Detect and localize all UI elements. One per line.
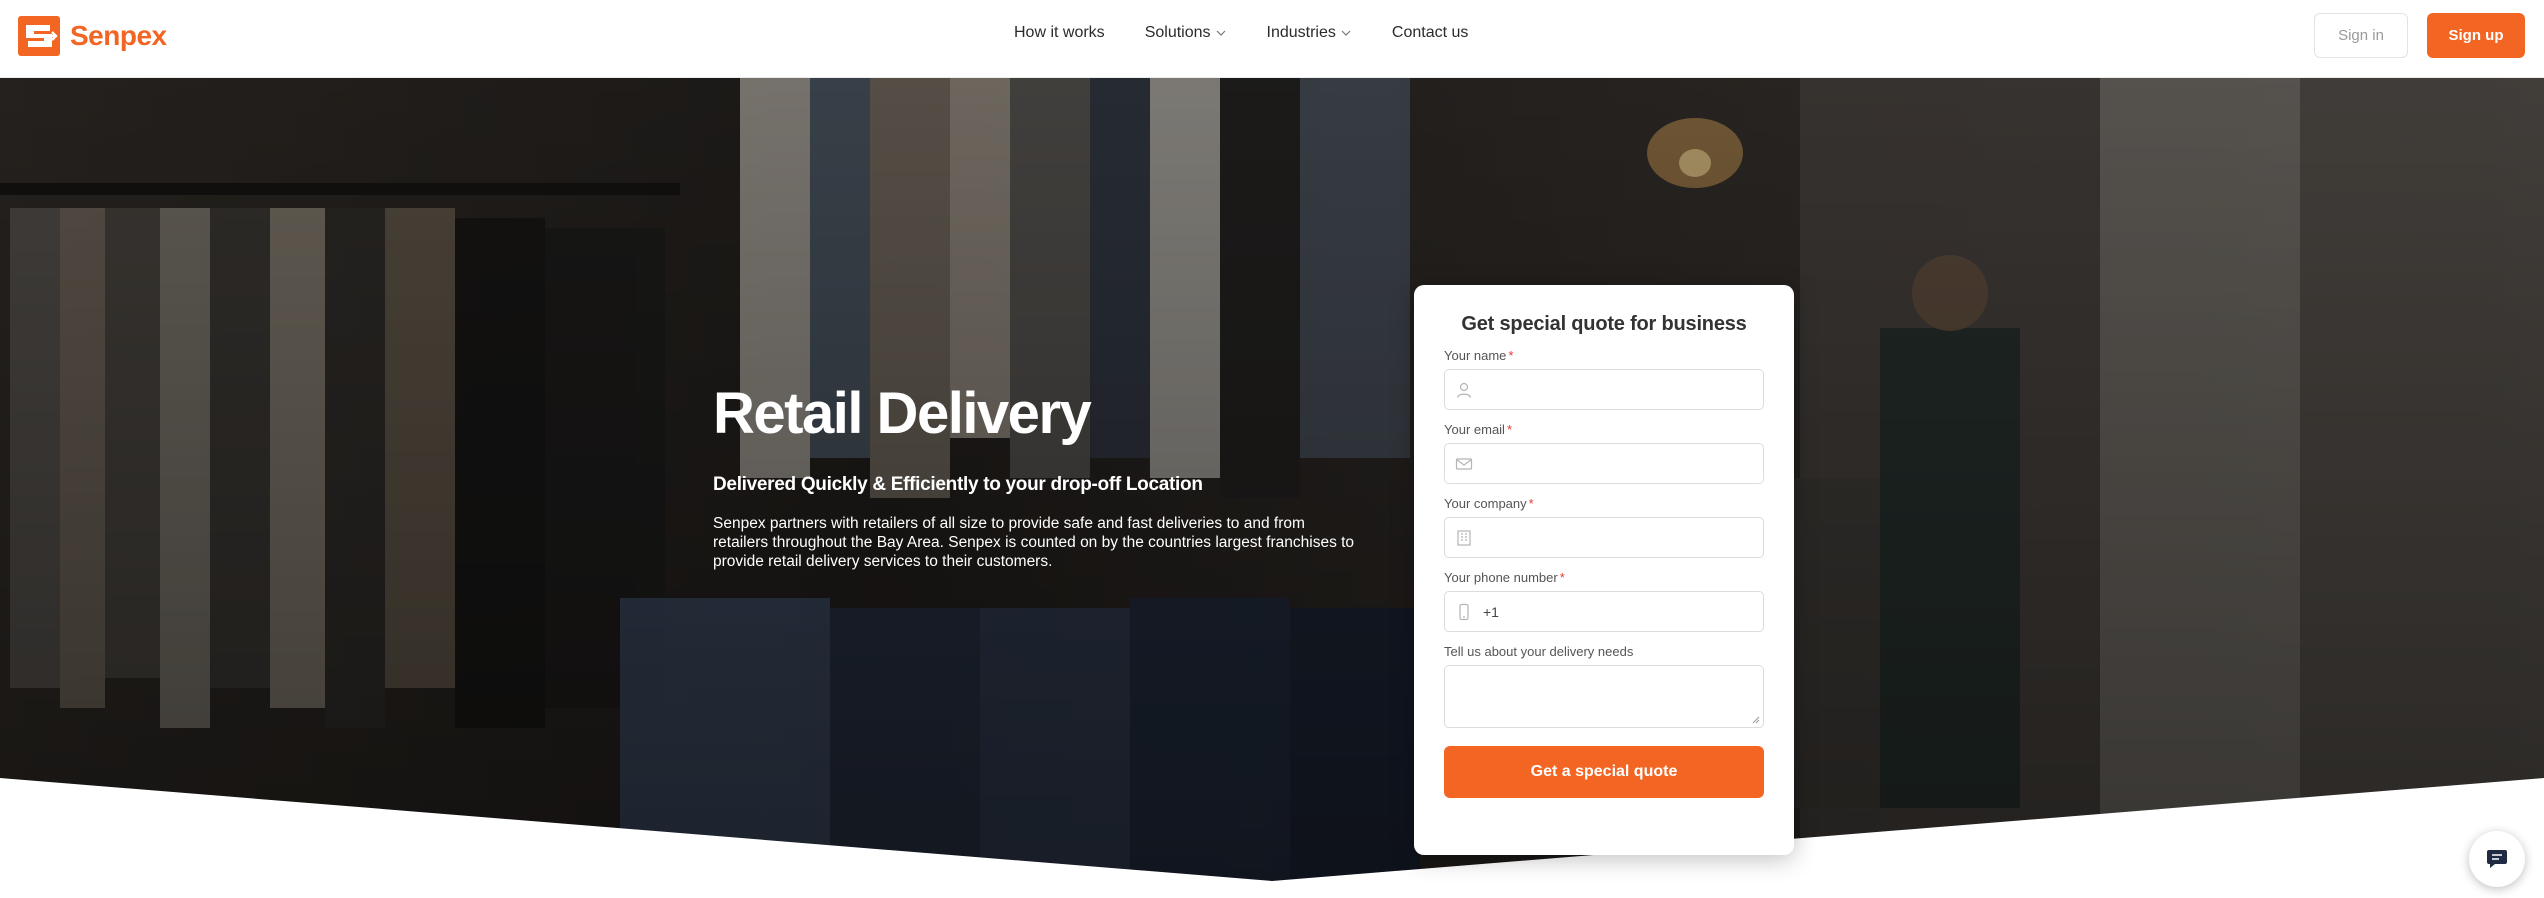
site-header: Senpex How it works Solutions Industries… [0,0,2544,78]
chat-icon [2487,850,2507,868]
main-nav: How it works Solutions Industries Contac… [1014,24,1508,42]
nav-contact-us[interactable]: Contact us [1392,24,1468,42]
email-label: Your email * [1444,422,1513,437]
name-field-group: Your name * [1444,348,1764,410]
name-input[interactable] [1444,369,1764,410]
quote-form-card: Get special quote for business Your name… [1414,285,1794,855]
envelope-icon [1455,458,1473,470]
nav-label: Industries [1266,24,1336,41]
quote-form-title: Get special quote for business [1461,313,1747,335]
brand-name: Senpex [70,20,167,51]
sign-up-button[interactable]: Sign up [2427,13,2525,58]
hero-subtitle: Delivered Quickly & Efficiently to your … [713,473,1203,495]
nav-label: Solutions [1144,24,1211,41]
needs-textarea[interactable] [1444,665,1764,728]
building-icon [1457,530,1471,546]
logo-mark-icon [18,16,60,56]
brand-logo[interactable]: Senpex [18,16,167,56]
phone-input-value: +1 [1483,603,1499,620]
nav-label: Contact us [1391,24,1469,41]
company-field-group: Your company * [1444,496,1764,558]
nav-industries[interactable]: Industries [1267,24,1352,42]
email-field-group: Your email * [1444,422,1764,484]
needs-field-group: Tell us about your delivery needs [1444,644,1764,728]
hero-section: Retail Delivery Delivered Quickly & Effi… [0,78,2544,898]
phone-label: Your phone number * [1444,570,1565,585]
user-icon [1456,382,1472,398]
nav-label: How it works [1014,24,1105,41]
phone-input[interactable]: +1 [1444,591,1764,632]
hero-description: Senpex partners with retailers of all si… [713,514,1355,570]
company-label: Your company * [1444,496,1534,511]
name-label: Your name * [1444,348,1514,363]
nav-solutions[interactable]: Solutions [1145,24,1227,42]
phone-field-group: Your phone number * +1 [1444,570,1764,632]
phone-icon [1459,603,1469,621]
chat-widget-button[interactable] [2469,831,2525,887]
needs-label: Tell us about your delivery needs [1444,644,1634,659]
hero-title: Retail Delivery [713,381,1092,446]
resize-handle-icon[interactable] [1752,716,1760,724]
get-quote-button[interactable]: Get a special quote [1444,746,1764,798]
chevron-down-icon [1216,30,1225,36]
chevron-down-icon [1341,30,1351,36]
hero-content: Retail Delivery Delivered Quickly & Effi… [713,382,1363,571]
sign-in-button[interactable]: Sign in [2314,13,2408,58]
email-input[interactable] [1444,443,1764,484]
nav-how-it-works[interactable]: How it works [1014,24,1105,42]
company-input[interactable] [1444,517,1764,558]
